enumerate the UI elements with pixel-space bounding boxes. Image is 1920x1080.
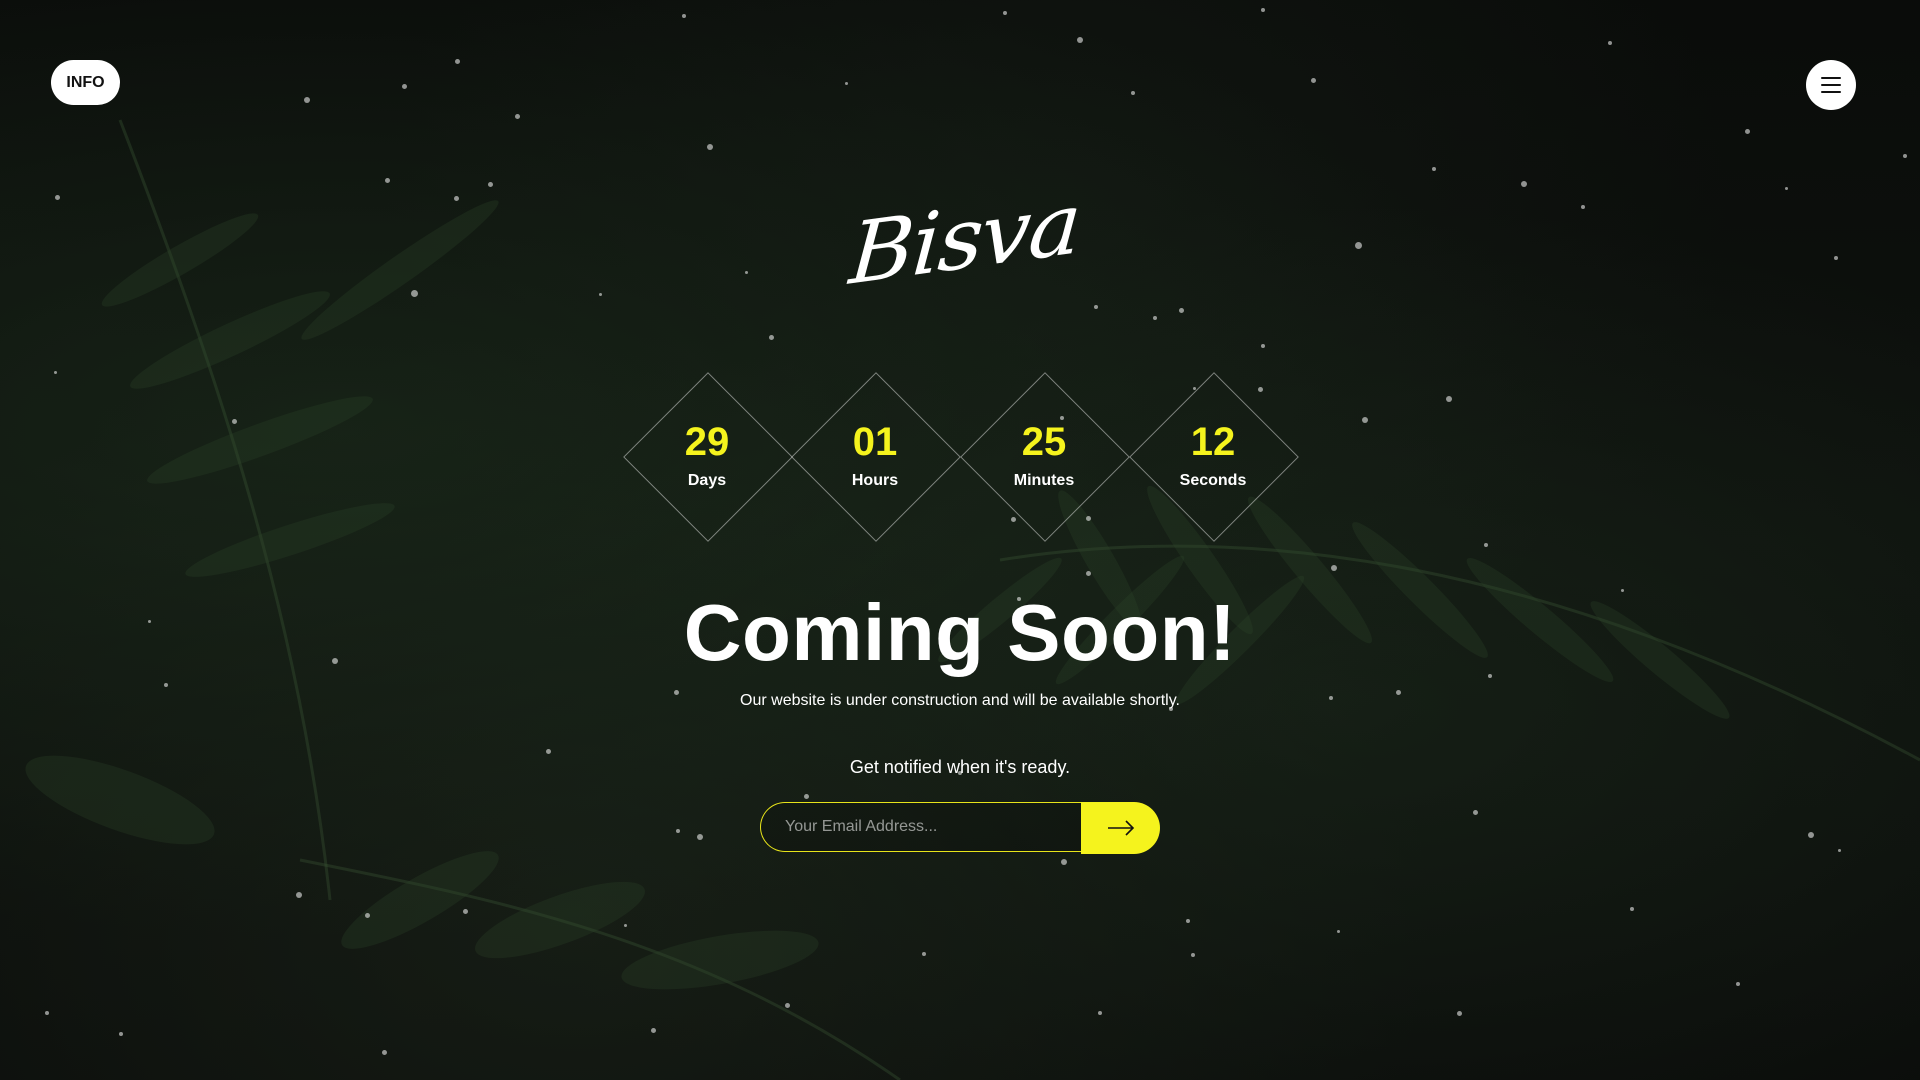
countdown-label: Days xyxy=(687,472,727,489)
hamburger-menu-icon xyxy=(1821,77,1841,93)
menu-button[interactable] xyxy=(1806,60,1856,110)
particle-dot xyxy=(1484,543,1488,547)
particle-dot xyxy=(45,1011,49,1015)
countdown-hours: 01 Hours xyxy=(791,372,961,542)
particle-dot xyxy=(1261,344,1265,348)
particle-dot xyxy=(1191,953,1195,957)
countdown-days: 29 Days xyxy=(623,372,793,542)
particle-dot xyxy=(1521,181,1527,187)
particle-dot xyxy=(232,419,237,424)
notify-text: Get notified when it's ready. xyxy=(849,757,1071,777)
particle-dot xyxy=(454,196,459,201)
particle-dot xyxy=(1808,832,1814,838)
particle-dot xyxy=(515,114,520,119)
particle-dot xyxy=(845,82,848,85)
countdown-value: 29 xyxy=(684,420,730,464)
particle-dot xyxy=(1785,187,1788,190)
particle-dot xyxy=(1736,982,1740,986)
particle-dot xyxy=(55,195,60,200)
email-input[interactable] xyxy=(760,802,1090,852)
particle-dot xyxy=(651,1028,656,1033)
submit-button[interactable] xyxy=(1081,802,1160,854)
particle-dot xyxy=(1337,930,1340,933)
particle-dot xyxy=(1432,167,1436,171)
countdown-timer: 29 Days 01 Hours 25 Minutes 12 Seconds xyxy=(623,372,1299,542)
particle-dot xyxy=(1179,308,1184,313)
particle-dot xyxy=(1745,129,1750,134)
particle-dot xyxy=(1362,417,1368,423)
logo-text: Bisva xyxy=(846,174,1083,305)
particle-dot xyxy=(1331,565,1337,571)
particle-dot xyxy=(119,1032,123,1036)
particle-dot xyxy=(488,182,493,187)
particle-dot xyxy=(296,892,302,898)
particle-dot xyxy=(1186,919,1190,923)
particle-dot xyxy=(745,271,748,274)
particle-dot xyxy=(1086,571,1091,576)
countdown-seconds: 12 Seconds xyxy=(1129,372,1299,542)
particle-dot xyxy=(385,178,390,183)
particle-dot xyxy=(1838,849,1841,852)
particle-dot xyxy=(1131,91,1135,95)
particle-dot xyxy=(1355,242,1362,249)
particle-dot xyxy=(599,293,602,296)
countdown-label: Hours xyxy=(851,472,899,489)
particle-dot xyxy=(707,144,713,150)
coming-soon-page: INFO Bisva 29 Days 01 Hours 25 Minutes 1… xyxy=(0,0,1920,1080)
brand-logo: Bisva xyxy=(840,174,1082,310)
particle-dot xyxy=(411,290,418,297)
particle-dot xyxy=(1457,1011,1462,1016)
particle-dot xyxy=(697,834,703,840)
subscribe-form xyxy=(760,802,1160,854)
particle-dot xyxy=(1003,11,1007,15)
particle-dot xyxy=(365,913,370,918)
fern-background-image xyxy=(25,119,1920,1080)
info-button[interactable]: INFO xyxy=(51,60,120,105)
particle-dot xyxy=(54,371,57,374)
particle-dot xyxy=(1153,316,1157,320)
particle-overlay xyxy=(0,0,1920,1080)
particle-dot xyxy=(1608,41,1612,45)
particle-dot xyxy=(164,683,168,687)
particle-dot xyxy=(546,749,551,754)
particle-dot xyxy=(676,829,680,833)
particle-dot xyxy=(922,952,926,956)
particle-dot xyxy=(1581,205,1585,209)
countdown-label: Minutes xyxy=(1013,472,1075,489)
particle-dot xyxy=(1098,1011,1102,1015)
particle-dot xyxy=(804,794,809,799)
particle-dot xyxy=(455,59,460,64)
particle-dot xyxy=(463,909,468,914)
particle-dot xyxy=(304,97,310,103)
page-subtitle: Our website is under construction and wi… xyxy=(740,692,1180,709)
arrow-right-icon xyxy=(1107,820,1134,836)
page-title: Coming Soon! xyxy=(683,588,1237,677)
particle-dot xyxy=(1446,396,1452,402)
particle-dot xyxy=(1311,78,1316,83)
particle-dot xyxy=(624,924,627,927)
particle-dot xyxy=(1903,154,1907,158)
particle-dot xyxy=(1834,256,1838,260)
particle-dot xyxy=(382,1050,387,1055)
particle-dot xyxy=(1630,907,1634,911)
particle-dot xyxy=(785,1003,790,1008)
particle-dot xyxy=(1094,305,1098,309)
particle-dot xyxy=(402,84,407,89)
countdown-minutes: 25 Minutes xyxy=(960,372,1130,542)
particle-dot xyxy=(682,14,686,18)
countdown-value: 12 xyxy=(1190,420,1236,464)
countdown-label: Seconds xyxy=(1179,472,1247,489)
particle-dot xyxy=(1473,810,1478,815)
particle-dot xyxy=(1061,859,1067,865)
countdown-value: 01 xyxy=(852,420,898,464)
particle-dot xyxy=(1077,37,1083,43)
countdown-value: 25 xyxy=(1021,420,1067,464)
particle-dot xyxy=(769,335,774,340)
particle-dot xyxy=(1261,8,1265,12)
